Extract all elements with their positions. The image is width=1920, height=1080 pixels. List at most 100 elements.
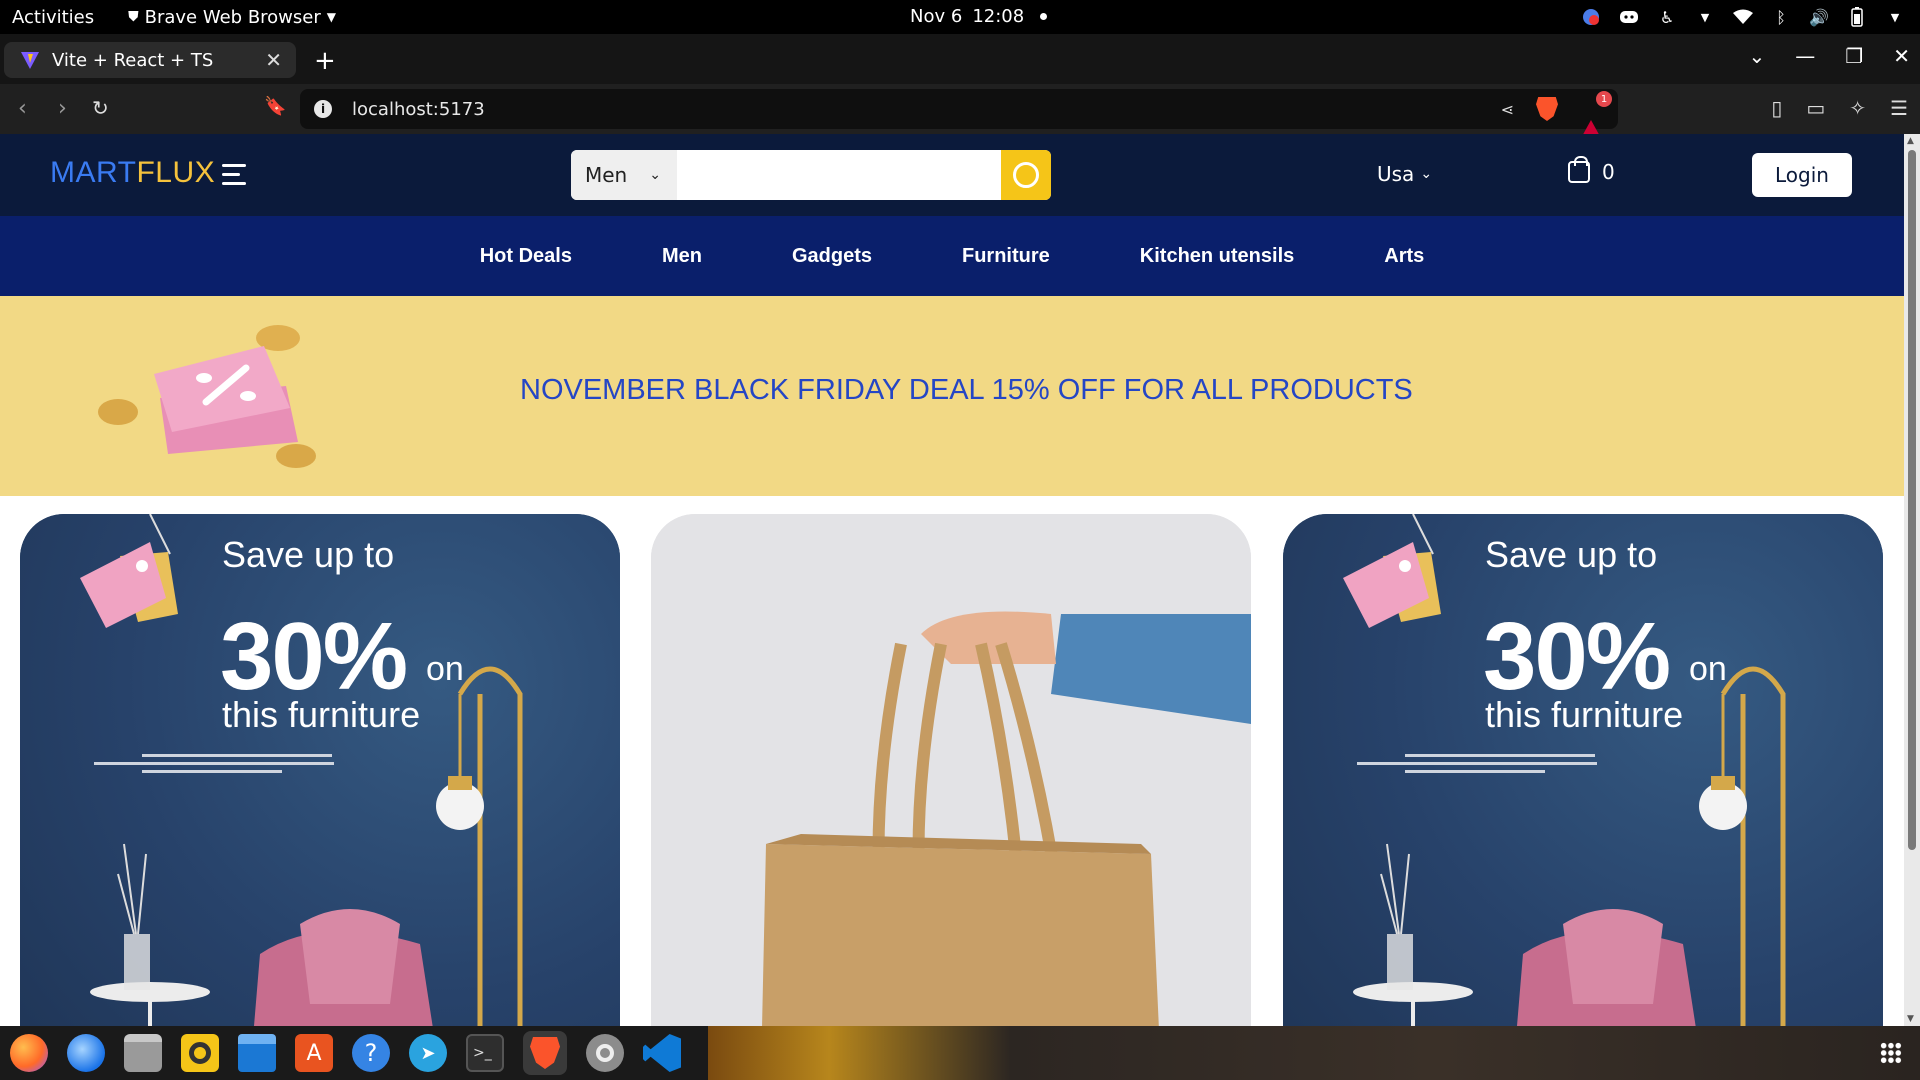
brave-shields-icon[interactable] [1536, 97, 1558, 121]
menu-icon[interactable]: ☰ [1890, 96, 1908, 120]
leo-ai-icon[interactable]: ✧ [1849, 96, 1866, 120]
discount-coupon-illustration [98, 325, 316, 468]
nav-hot-deals[interactable]: Hot Deals [480, 245, 572, 268]
country-select[interactable]: Usa ⌄ [1377, 162, 1432, 186]
wallet-icon[interactable]: ▭ [1806, 96, 1825, 120]
rhythmbox-icon[interactable] [181, 1034, 219, 1072]
forward-icon[interactable]: › [58, 96, 67, 121]
furniture-promo-card[interactable]: Save up to 30% on this furniture [1283, 514, 1883, 1026]
wallpaper-strip [708, 1026, 1920, 1080]
browser-toolbar: ‹ › ↻ 🔖 i localhost:5173 ⋖ 1 ▯ ▭ ✧ ☰ [0, 84, 1920, 140]
tab-search-icon[interactable]: ⌄ [1749, 44, 1766, 68]
logo-part2: FLUX [136, 156, 216, 189]
thunderbird-icon[interactable] [67, 1034, 105, 1072]
promo-cards: Save up to 30% on this furniture Save up… [0, 514, 1904, 1026]
close-window-icon[interactable]: ✕ [1893, 44, 1910, 68]
writer-icon[interactable] [238, 1034, 276, 1072]
promo-text: NOVEMBER BLACK FRIDAY DEAL 15% OFF FOR A… [520, 374, 1413, 406]
app-menu-label: Brave Web Browser [144, 6, 321, 28]
battery-icon[interactable] [1846, 6, 1868, 28]
discord-icon[interactable] [1618, 6, 1640, 28]
chevron-down-icon: ⌄ [1420, 166, 1433, 182]
tab-strip: Vite + React + TS ✕ + ⌄ — ❐ ✕ [0, 34, 1920, 84]
nav-furniture[interactable]: Furniture [962, 245, 1050, 268]
page-scrollbar[interactable]: ▲ ▼ [1904, 134, 1920, 1026]
wifi-icon[interactable] [1732, 6, 1754, 28]
hamburger-menu-icon[interactable] [222, 164, 246, 191]
notification-dot-icon [1040, 13, 1048, 20]
cart-button[interactable]: 0 [1568, 156, 1615, 184]
search-button[interactable] [1001, 150, 1051, 200]
search-input[interactable] [677, 150, 1001, 200]
back-icon[interactable]: ‹ [18, 96, 27, 121]
search-icon [1013, 162, 1039, 188]
site-logo[interactable]: MARTFLUX [50, 156, 215, 190]
card-line3: this furniture [222, 694, 421, 735]
bluetooth-icon[interactable]: ᛒ [1770, 6, 1792, 28]
card-on: on [426, 650, 464, 688]
app-menu[interactable]: ⛊ Brave Web Browser ▼ [128, 7, 336, 28]
system-tray[interactable]: ♿ ▼ ᛒ 🔊 ▼ [1580, 4, 1906, 30]
share-icon[interactable]: ⋖ [1501, 100, 1514, 119]
bookmark-icon[interactable]: 🔖 [264, 96, 286, 117]
decorative-lines [1357, 754, 1597, 778]
nav-gadgets[interactable]: Gadgets [792, 245, 872, 268]
logo-part1: MART [50, 156, 137, 189]
brave-rewards-icon[interactable]: 1 [1580, 91, 1612, 140]
site-header: MARTFLUX Men ⌄ Usa ⌄ 0 Login [0, 134, 1904, 216]
chevron-down-icon: ⌄ [649, 167, 661, 183]
url-text[interactable]: localhost:5173 [352, 99, 485, 120]
tab-vite-react[interactable]: Vite + React + TS ✕ [4, 42, 296, 78]
close-tab-icon[interactable]: ✕ [265, 48, 282, 72]
search-bar: Men ⌄ [571, 150, 1051, 200]
activities-button[interactable]: Activities [12, 7, 94, 28]
firefox-icon[interactable] [10, 1034, 48, 1072]
card-line1: Save up to [1485, 534, 1658, 575]
reload-icon[interactable]: ↻ [92, 96, 109, 120]
terminal-icon[interactable]: >_ [466, 1034, 504, 1072]
sidebar-icon[interactable]: ▯ [1771, 96, 1782, 120]
brave-icon[interactable] [523, 1031, 567, 1075]
page-viewport: MARTFLUX Men ⌄ Usa ⌄ 0 Login Hot Deals M… [0, 134, 1904, 1026]
accessibility-icon[interactable]: ♿ [1656, 6, 1678, 28]
new-tab-button[interactable]: + [314, 46, 336, 76]
chevron-down-icon: ▼ [1700, 10, 1710, 24]
maximize-icon[interactable]: ❐ [1845, 44, 1863, 68]
cart-icon [1568, 156, 1590, 183]
furniture-promo-card[interactable]: Save up to 30% on this furniture [20, 514, 620, 1026]
clock[interactable]: Nov 6 12:08 [910, 6, 1048, 27]
address-bar[interactable]: i localhost:5173 ⋖ 1 [300, 89, 1618, 140]
volume-icon[interactable]: 🔊 [1808, 6, 1830, 28]
clock-time: 12:08 [972, 6, 1025, 27]
tab-title: Vite + React + TS [52, 49, 214, 71]
vscode-icon[interactable] [643, 1034, 681, 1072]
scrollbar-thumb[interactable] [1908, 150, 1916, 850]
rewards-badge: 1 [1596, 91, 1612, 107]
card-on: on [1689, 650, 1727, 688]
tote-bag-card[interactable] [651, 514, 1251, 1026]
category-select[interactable]: Men ⌄ [571, 150, 677, 200]
scroll-up-icon[interactable]: ▲ [1907, 136, 1914, 146]
telegram-icon[interactable]: ➤ [409, 1034, 447, 1072]
cart-count: 0 [1602, 160, 1615, 184]
tote-bag-image [651, 514, 1251, 1026]
nav-men[interactable]: Men [662, 245, 702, 268]
minimize-icon[interactable]: — [1795, 44, 1815, 68]
files-icon[interactable] [124, 1034, 162, 1072]
settings-icon[interactable] [586, 1034, 624, 1072]
system-top-bar: Activities ⛊ Brave Web Browser ▼ Nov 6 1… [0, 0, 1920, 34]
dock: A ? ➤ >_ [0, 1026, 1920, 1080]
scroll-down-icon[interactable]: ▼ [1907, 1014, 1914, 1024]
help-icon[interactable]: ? [352, 1034, 390, 1072]
vite-logo-icon [21, 52, 39, 69]
decorative-lines [94, 754, 334, 778]
promo-banner: NOVEMBER BLACK FRIDAY DEAL 15% OFF FOR A… [0, 296, 1904, 496]
nav-kitchen-utensils[interactable]: Kitchen utensils [1140, 245, 1294, 268]
color-picker-icon[interactable] [1580, 6, 1602, 28]
site-info-icon[interactable]: i [314, 100, 332, 118]
app-grid-icon[interactable] [1880, 1042, 1902, 1064]
nav-arts[interactable]: Arts [1384, 245, 1424, 268]
toolbar-right: ▯ ▭ ✧ ☰ [1771, 96, 1908, 120]
software-icon[interactable]: A [295, 1034, 333, 1072]
login-button[interactable]: Login [1752, 153, 1852, 197]
